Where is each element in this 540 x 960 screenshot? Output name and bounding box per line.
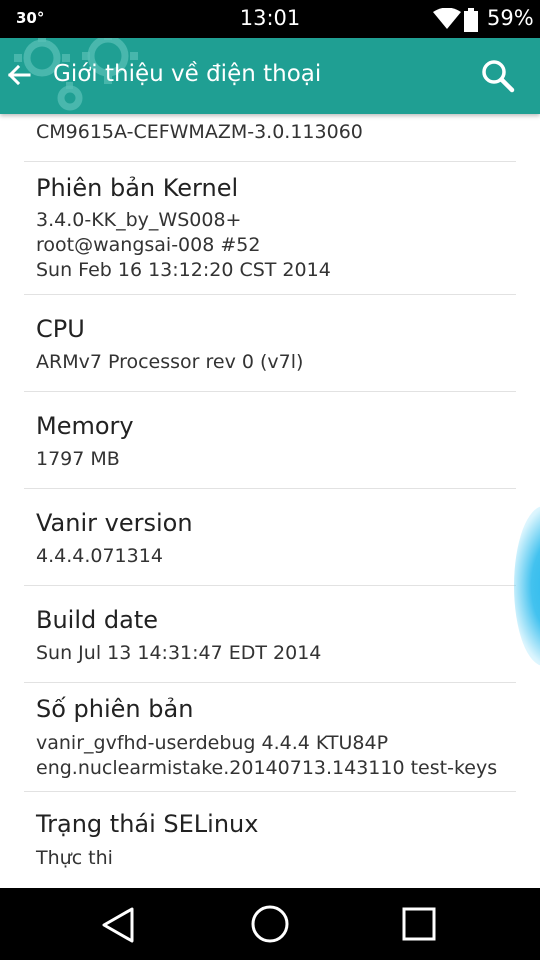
list-item-kernel[interactable]: Phiên bản Kernel 3.4.0-KK_by_WS008+ root… xyxy=(24,162,516,295)
list-item-cpu[interactable]: CPU ARMv7 Processor rev 0 (v7l) xyxy=(24,295,516,392)
navigation-bar xyxy=(0,888,540,960)
item-title: Memory xyxy=(36,412,134,440)
circle-home-icon[interactable] xyxy=(250,904,290,944)
arrow-left-icon[interactable] xyxy=(6,62,32,88)
wifi-icon xyxy=(432,7,462,34)
status-bar: 30° 13:01 59% xyxy=(0,0,540,38)
item-title: Phiên bản Kernel xyxy=(36,174,239,202)
item-value: 1797 MB xyxy=(36,448,120,470)
overscroll-glow xyxy=(514,506,540,666)
list-item-vanir-version[interactable]: Vanir version 4.4.4.071314 xyxy=(24,489,516,586)
item-value: vanir_gvfhd-userdebug 4.4.4 KTU84P eng.n… xyxy=(36,732,498,779)
item-value: ARMv7 Processor rev 0 (v7l) xyxy=(36,351,304,373)
item-value: Thực thi xyxy=(36,847,113,869)
item-title: Số phiên bản xyxy=(36,695,194,723)
item-title: CPU xyxy=(36,315,85,343)
action-bar: Giới thiệu về điện thoại xyxy=(0,38,540,114)
item-value: 4.4.4.071314 xyxy=(36,545,163,567)
list-item-baseband[interactable]: CM9615A-CEFWMAZM-3.0.113060 xyxy=(24,114,516,162)
list-item-build-date[interactable]: Build date Sun Jul 13 14:31:47 EDT 2014 xyxy=(24,586,516,683)
list-item-build-number[interactable]: Số phiên bản vanir_gvfhd-userdebug 4.4.4… xyxy=(24,683,516,792)
list-item-memory[interactable]: Memory 1797 MB xyxy=(24,392,516,489)
search-icon[interactable] xyxy=(480,58,516,94)
item-value: Sun Jul 13 14:31:47 EDT 2014 xyxy=(36,642,322,664)
battery-percent: 59% xyxy=(487,6,534,30)
battery-icon xyxy=(463,8,479,36)
item-title: Trạng thái SELinux xyxy=(36,810,259,838)
item-title: Build date xyxy=(36,606,158,634)
about-phone-list[interactable]: CM9615A-CEFWMAZM-3.0.113060 Phiên bản Ke… xyxy=(0,114,540,888)
page-title: Giới thiệu về điện thoại xyxy=(53,61,322,87)
square-recents-icon[interactable] xyxy=(402,907,436,941)
item-title: Vanir version xyxy=(36,509,193,537)
item-value: CM9615A-CEFWMAZM-3.0.113060 xyxy=(36,121,363,143)
list-item-selinux[interactable]: Trạng thái SELinux Thực thi xyxy=(24,792,516,888)
triangle-back-icon[interactable] xyxy=(100,906,136,944)
item-value: 3.4.0-KK_by_WS008+ root@wangsai-008 #52 … xyxy=(36,209,331,281)
